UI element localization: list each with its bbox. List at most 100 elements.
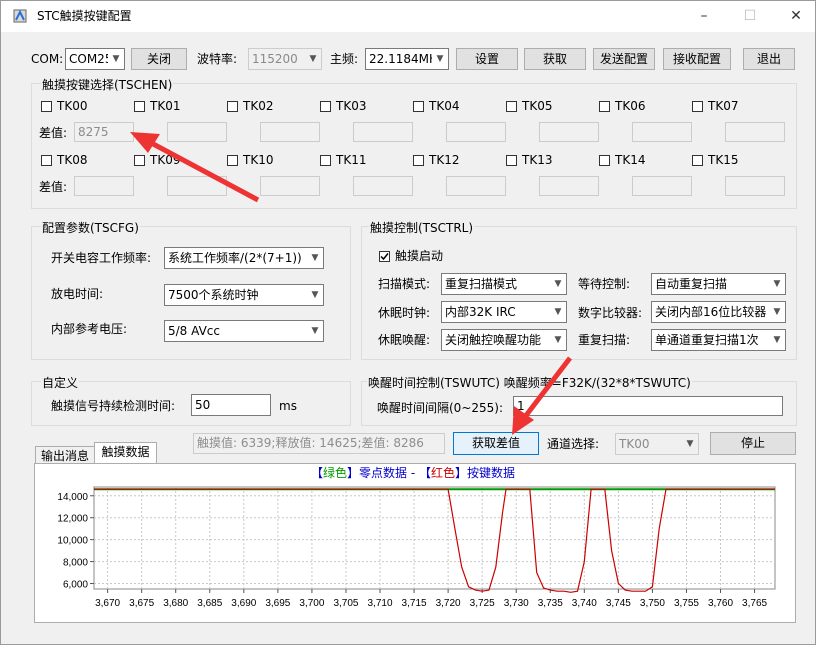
scan-mode-value: 重复扫描模式 [445, 277, 518, 291]
freq-select[interactable]: 22.1184MH ▼ [365, 48, 449, 70]
tk-checkbox[interactable]: TK06 [599, 99, 645, 113]
wait-select[interactable]: 自动重复扫描 ▼ [651, 273, 786, 295]
freq-label: 主频: [330, 52, 359, 66]
wake-select[interactable]: 关闭触控唤醒功能 ▼ [441, 329, 567, 351]
wait-label: 等待控制: [578, 277, 631, 291]
chevron-down-icon: ▼ [769, 330, 785, 350]
tab-touch-data[interactable]: 触摸数据 [94, 442, 157, 464]
chevron-down-icon: ▼ [307, 321, 323, 341]
tk-checkbox[interactable]: TK05 [506, 99, 552, 113]
maximize-button[interactable]: ☐ [727, 1, 773, 32]
checkbox-icon [506, 101, 517, 112]
chart-title-p1: 【 [311, 466, 324, 480]
chevron-down-icon: ▼ [550, 274, 566, 294]
tk-checkbox[interactable]: TK00 [41, 99, 87, 113]
tk-label: TK12 [429, 153, 460, 167]
chevron-down-icon: ▼ [769, 274, 785, 294]
y-tick-label: 6,000 [63, 580, 88, 591]
x-tick-label: 3,685 [197, 598, 222, 609]
tk-diff-input [446, 122, 506, 142]
tk-diff-input [539, 176, 599, 196]
tk-label: TK01 [150, 99, 181, 113]
tk-checkbox[interactable]: TK12 [413, 153, 459, 167]
tk-label: TK14 [615, 153, 646, 167]
tk-checkbox[interactable]: TK04 [413, 99, 459, 113]
baud-select[interactable]: 115200 ▼ [248, 48, 322, 70]
checkbox-icon [227, 101, 238, 112]
close-port-button[interactable]: 关闭 [131, 48, 187, 70]
tk-checkbox[interactable]: TK07 [692, 99, 738, 113]
switch-freq-value: 系统工作频率/(2*(7+1)) [168, 251, 302, 265]
channel-value: TK00 [619, 437, 650, 451]
checkbox-checked-icon [379, 251, 390, 262]
tk-checkbox[interactable]: TK01 [134, 99, 180, 113]
x-tick-label: 3,740 [572, 598, 597, 609]
app-icon [13, 9, 27, 23]
checkbox-icon [413, 101, 424, 112]
send-config-button[interactable]: 发送配置 [593, 48, 655, 70]
tk-checkbox[interactable]: TK13 [506, 153, 552, 167]
vref-label: 内部参考电压: [51, 322, 128, 336]
vref-select[interactable]: 5/8 AVcc ▼ [164, 320, 324, 342]
tk-checkbox[interactable]: TK09 [134, 153, 180, 167]
minimize-button[interactable]: – [681, 1, 727, 32]
close-window-button[interactable]: ✕ [773, 1, 819, 32]
wake-value: 关闭触控唤醒功能 [445, 333, 542, 347]
set-button[interactable]: 设置 [456, 48, 518, 70]
exit-button[interactable]: 退出 [743, 48, 795, 70]
comparator-select[interactable]: 关闭内部16位比较器 ▼ [651, 301, 786, 323]
tk-checkbox[interactable]: TK10 [227, 153, 273, 167]
tk-label: TK04 [429, 99, 460, 113]
channel-label: 通道选择: [547, 437, 600, 451]
scan-mode-label: 扫描模式: [378, 277, 431, 291]
diff-label-row1: 差值: [39, 126, 68, 140]
recv-config-button[interactable]: 接收配置 [663, 48, 731, 70]
discharge-value: 7500个系统时钟 [168, 288, 259, 302]
chart-title-p5: 】按键数据 [455, 466, 516, 480]
checkbox-icon [692, 155, 703, 166]
wake-interval-input[interactable]: 1 [513, 396, 783, 416]
switch-freq-select[interactable]: 系统工作频率/(2*(7+1)) ▼ [164, 247, 324, 269]
custom-title: 自定义 [41, 374, 80, 391]
channel-select[interactable]: TK00 ▼ [615, 433, 699, 455]
discharge-select[interactable]: 7500个系统时钟 ▼ [164, 284, 324, 306]
tk-label: TK09 [150, 153, 181, 167]
tk-checkbox[interactable]: TK03 [320, 99, 366, 113]
comparator-label: 数字比较器: [578, 306, 643, 320]
scan-mode-select[interactable]: 重复扫描模式 ▼ [441, 273, 567, 295]
chevron-down-icon: ▼ [682, 434, 698, 454]
get-diff-button[interactable]: 获取差值 [453, 432, 539, 455]
tk-diff-input [632, 176, 692, 196]
stop-button[interactable]: 停止 [710, 432, 796, 455]
touch-enable-checkbox[interactable]: 触摸启动 [379, 249, 443, 263]
chart-svg: 3,670 3,675 3,680 3,685 3,690 3,695 3,700 3,705… [57, 486, 776, 609]
y-tick-label: 12,000 [57, 514, 88, 525]
tk-label: TK00 [57, 99, 88, 113]
tk-label: TK11 [336, 153, 367, 167]
checkbox-icon [227, 155, 238, 166]
status-field: 触摸值: 6339;释放值: 14625;差值: 8286 [193, 433, 445, 454]
vref-value: 5/8 AVcc [168, 324, 220, 338]
tschen-title: 触摸按键选择(TSCHEN) [41, 76, 174, 93]
wutc-title: 唤醒时间控制(TSWUTC) 唤醒频率=F32K/(32*8*TSWUTC) [367, 374, 692, 391]
tk-checkbox[interactable]: TK08 [41, 153, 87, 167]
detect-time-input[interactable]: 50 [191, 394, 271, 416]
sleep-clk-select[interactable]: 内部32K IRC ▼ [441, 301, 567, 323]
checkbox-icon [692, 101, 703, 112]
tk-checkbox[interactable]: TK11 [320, 153, 366, 167]
repeat-select[interactable]: 单通道重复扫描1次 ▼ [651, 329, 786, 351]
x-tick-label: 3,700 [299, 598, 324, 609]
tk-checkbox[interactable]: TK15 [692, 153, 738, 167]
tk-checkbox[interactable]: TK02 [227, 99, 273, 113]
chevron-down-icon: ▼ [769, 302, 785, 322]
x-tick-label: 3,735 [538, 598, 563, 609]
tk-checkbox[interactable]: TK14 [599, 153, 645, 167]
x-tick-label: 3,765 [742, 598, 767, 609]
x-tick-label: 3,745 [606, 598, 631, 609]
com-value: COM25 [69, 52, 113, 66]
chevron-down-icon: ▼ [432, 49, 448, 69]
get-button[interactable]: 获取 [524, 48, 586, 70]
checkbox-icon [134, 101, 145, 112]
sleep-clk-value: 内部32K IRC [445, 305, 516, 319]
com-select[interactable]: COM25 ▼ [65, 48, 125, 70]
